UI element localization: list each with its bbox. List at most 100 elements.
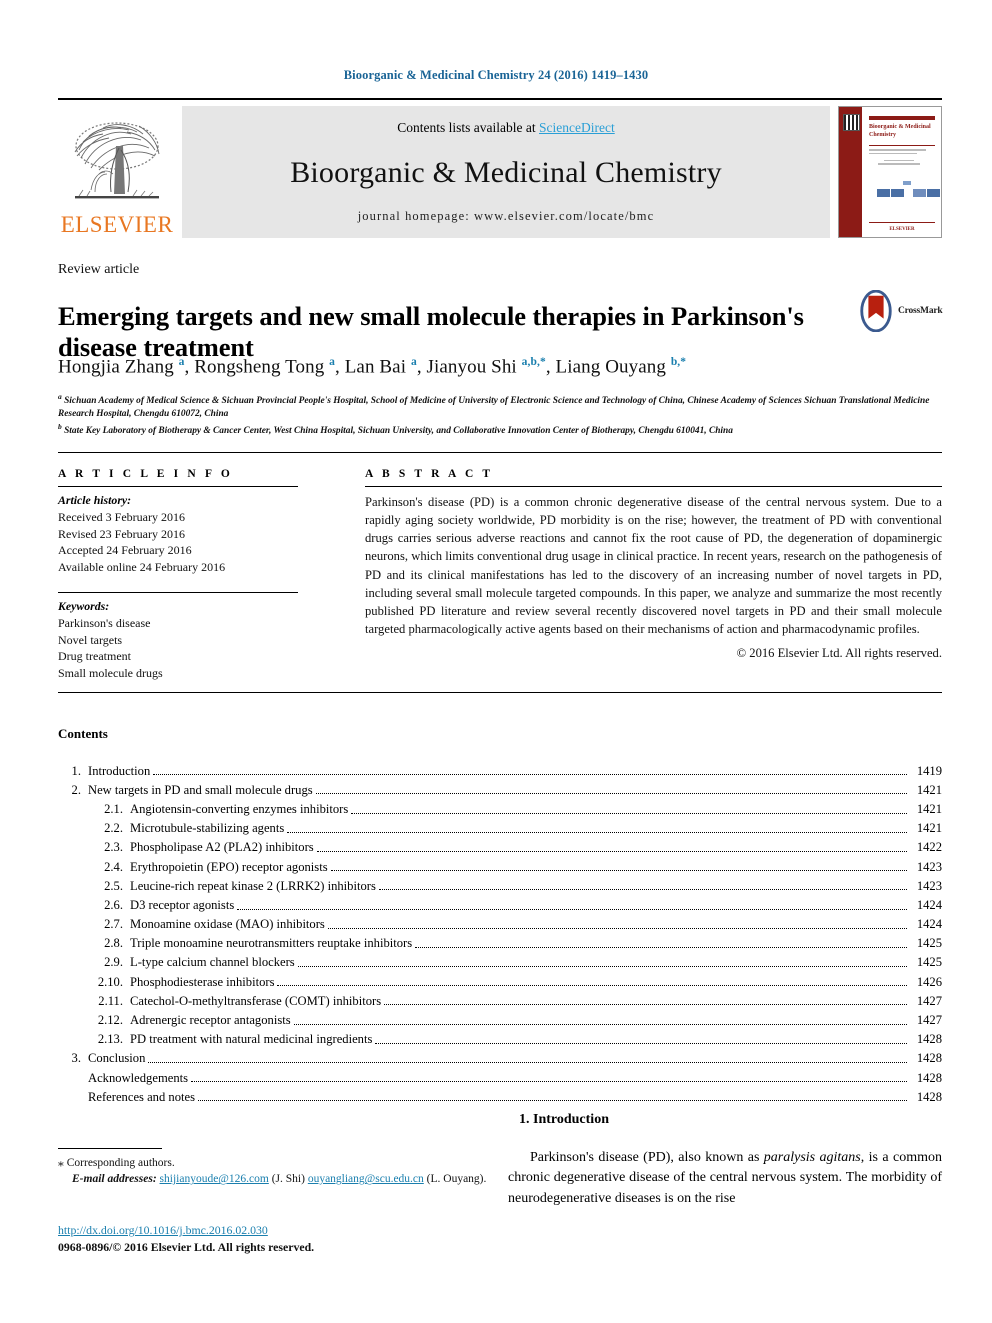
- toc-leader-dots: [237, 899, 907, 910]
- keywords-label: Keywords:: [58, 599, 110, 614]
- toc-row[interactable]: 2.5. Leucine-rich repeat kinase 2 (LRRK2)…: [58, 873, 942, 892]
- toc-entry-label[interactable]: Triple monoamine neurotransmitters reupt…: [130, 937, 412, 950]
- toc-row[interactable]: 2.1. Angiotensin-converting enzymes inhib…: [58, 796, 942, 815]
- toc-entry-label[interactable]: D3 receptor agonists: [130, 899, 234, 912]
- contents-available-line: Contents lists available at ScienceDirec…: [397, 120, 614, 136]
- toc-row[interactable]: 3. Conclusion 1428: [58, 1046, 942, 1065]
- toc-row[interactable]: 2.9. L-type calcium channel blockers 1425: [58, 950, 942, 969]
- intro-text-pre: Parkinson's disease (PD), also known as: [530, 1150, 764, 1165]
- affiliation-b: b State Key Laboratory of Biotherapy & C…: [58, 421, 733, 436]
- toc-entry-page: 1428: [916, 1051, 942, 1066]
- cover-qr-icon: [843, 114, 860, 131]
- toc-row[interactable]: 2.11. Catechol-O-methyltransferase (COMT)…: [58, 988, 942, 1007]
- introduction-heading: 1. Introduction: [519, 1112, 609, 1127]
- band-rule-bottom: [58, 692, 942, 693]
- toc-entry-number: 2.6.: [104, 897, 123, 912]
- cover-placeholder-lines: [869, 149, 935, 167]
- abstract-column: A B S T R A C T Parkinson's disease (PD)…: [365, 468, 942, 661]
- toc-leader-dots: [330, 860, 907, 872]
- page-title: Emerging targets and new small molecule …: [58, 300, 804, 362]
- toc-entry-number: 2.11.: [98, 993, 123, 1008]
- article-info-divider: [58, 486, 298, 487]
- toc-entry-label[interactable]: PD treatment with natural medicinal ingr…: [130, 1033, 372, 1046]
- journal-title: Bioorganic & Medicinal Chemistry: [290, 155, 722, 189]
- toc-leader-dots: [384, 994, 907, 1006]
- corresponding-authors-note: ⁎ Corresponding authors.: [58, 1155, 488, 1171]
- toc-leader-dots: [415, 937, 907, 948]
- cover-bottom-rule: [869, 222, 935, 223]
- toc-entry-label[interactable]: Acknowledgements: [88, 1071, 188, 1085]
- toc-entry-label[interactable]: Introduction: [88, 764, 150, 778]
- toc-entry-number: 2.4.: [104, 859, 123, 874]
- toc-entry-label[interactable]: Monoamine oxidase (MAO) inhibitors: [130, 918, 325, 931]
- email-link-shi[interactable]: shijianyoude@126.com: [160, 1173, 269, 1185]
- toc-row[interactable]: 2.12. Adrenergic receptor antagonists 1427: [58, 1007, 942, 1026]
- toc-leader-dots: [297, 956, 907, 968]
- toc-row[interactable]: References and notes 1428: [58, 1084, 942, 1103]
- introduction-paragraph: Parkinson's disease (PD), also known as …: [508, 1148, 942, 1209]
- toc-entry-label[interactable]: Microtubule-stabilizing agents: [130, 822, 284, 835]
- toc-entry-label[interactable]: References and notes: [88, 1091, 195, 1104]
- toc-row[interactable]: 2.8. Triple monoamine neurotransmitters r…: [58, 931, 942, 950]
- toc-entry-page: 1423: [916, 878, 942, 893]
- masthead-center: Contents lists available at ScienceDirec…: [182, 106, 830, 238]
- toc-entry-label[interactable]: Erythropoietin (EPO) receptor agonists: [130, 860, 328, 874]
- running-head: Bioorganic & Medicinal Chemistry 24 (201…: [343, 68, 649, 82]
- toc-entry-page: 1428: [916, 1032, 942, 1047]
- email-owner-ouyang: (L. Ouyang).: [426, 1173, 487, 1186]
- history-item: Revised 23 February 2016: [58, 526, 185, 541]
- elsevier-wordmark: ELSEVIER: [60, 212, 174, 237]
- crossmark-badge[interactable]: CrossMark: [857, 287, 945, 335]
- toc-entry-label[interactable]: Catechol-O-methyltransferase (COMT) inhi…: [130, 995, 381, 1008]
- toc-entry-number: 2.5.: [104, 878, 123, 893]
- toc-row[interactable]: 2.3. Phospholipase A2 (PLA2) inhibitors 14…: [58, 835, 942, 854]
- toc-entry-label[interactable]: L-type calcium channel blockers: [130, 956, 295, 969]
- toc-row[interactable]: 2.13. PD treatment with natural medicinal…: [58, 1027, 942, 1046]
- toc-entry-page: 1427: [916, 1013, 942, 1028]
- toc-entry-number: 3.: [71, 1051, 81, 1066]
- toc-entry-page: 1424: [916, 897, 942, 912]
- keywords-list: Parkinson's disease Novel targets Drug t…: [58, 615, 298, 681]
- footnote-block: ⁎ Corresponding authors. E-mail addresses…: [58, 1155, 488, 1188]
- toc-entry-number: 2.7.: [104, 917, 123, 932]
- toc-leader-dots: [198, 1090, 907, 1102]
- keyword-item: Drug treatment: [58, 649, 131, 664]
- toc-row[interactable]: 2.10. Phosphodiesterase inhibitors 1426: [58, 969, 942, 988]
- keyword-item: Small molecule drugs: [58, 665, 163, 680]
- elsevier-tree-icon: [74, 122, 160, 199]
- author-list: Hongjia Zhang a, Rongsheng Tong a, Lan B…: [58, 356, 687, 378]
- toc-row[interactable]: 1. Introduction 1419: [58, 758, 942, 777]
- toc-row[interactable]: Acknowledgements 1428: [58, 1065, 942, 1084]
- toc-entry-page: 1425: [916, 955, 942, 970]
- toc-entry-number: 2.2.: [104, 821, 123, 836]
- toc-entry-label[interactable]: Leucine-rich repeat kinase 2 (LRRK2) inh…: [130, 880, 376, 893]
- journal-homepage[interactable]: journal homepage: www.elsevier.com/locat…: [358, 209, 655, 224]
- journal-cover-thumbnail[interactable]: Bioorganic & Medicinal Chemistry ELSEVIE…: [838, 106, 942, 238]
- sciencedirect-link[interactable]: ScienceDirect: [539, 120, 615, 135]
- toc-entry-label[interactable]: New targets in PD and small molecule dru…: [88, 784, 313, 797]
- toc-entry-page: 1427: [916, 993, 942, 1008]
- toc-row[interactable]: 2.6. D3 receptor agonists 1424: [58, 892, 942, 911]
- toc-entry-page: 1419: [916, 763, 942, 778]
- toc-row[interactable]: 2.4. Erythropoietin (EPO) receptor agonis…: [58, 854, 942, 873]
- toc-row[interactable]: 2.7. Monoamine oxidase (MAO) inhibitors 14…: [58, 912, 942, 931]
- contents-heading: Contents: [58, 726, 108, 741]
- footnote-rule: [58, 1148, 162, 1149]
- toc-entry-label[interactable]: Phospholipase A2 (PLA2) inhibitors: [130, 841, 314, 854]
- toc-leader-dots: [316, 841, 907, 852]
- toc-entry-label[interactable]: Adrenergic receptor antagonists: [130, 1014, 291, 1027]
- crossmark-icon: [860, 290, 892, 332]
- toc-entry-number: 2.: [71, 782, 81, 797]
- email-addresses-label: E-mail addresses:: [72, 1173, 157, 1186]
- cover-sub-rule: [869, 145, 935, 146]
- toc-entry-label[interactable]: Phosphodiesterase inhibitors: [130, 976, 274, 989]
- toc-row[interactable]: 2. New targets in PD and small molecule d…: [58, 777, 942, 796]
- toc-entry-label[interactable]: Conclusion: [88, 1052, 145, 1065]
- email-link-ouyang[interactable]: ouyangliang@scu.edu.cn: [308, 1173, 424, 1185]
- toc-row[interactable]: 2.2. Microtubule-stabilizing agents 1421: [58, 816, 942, 835]
- keyword-item: Novel targets: [58, 632, 123, 647]
- toc-entry-label[interactable]: Angiotensin-converting enzymes inhibitor…: [130, 803, 348, 816]
- corresponding-authors-text: Corresponding authors.: [66, 1157, 175, 1169]
- doi-link[interactable]: http://dx.doi.org/10.1016/j.bmc.2016.02.…: [58, 1223, 268, 1237]
- article-info-heading: A R T I C L E I N F O: [58, 468, 233, 480]
